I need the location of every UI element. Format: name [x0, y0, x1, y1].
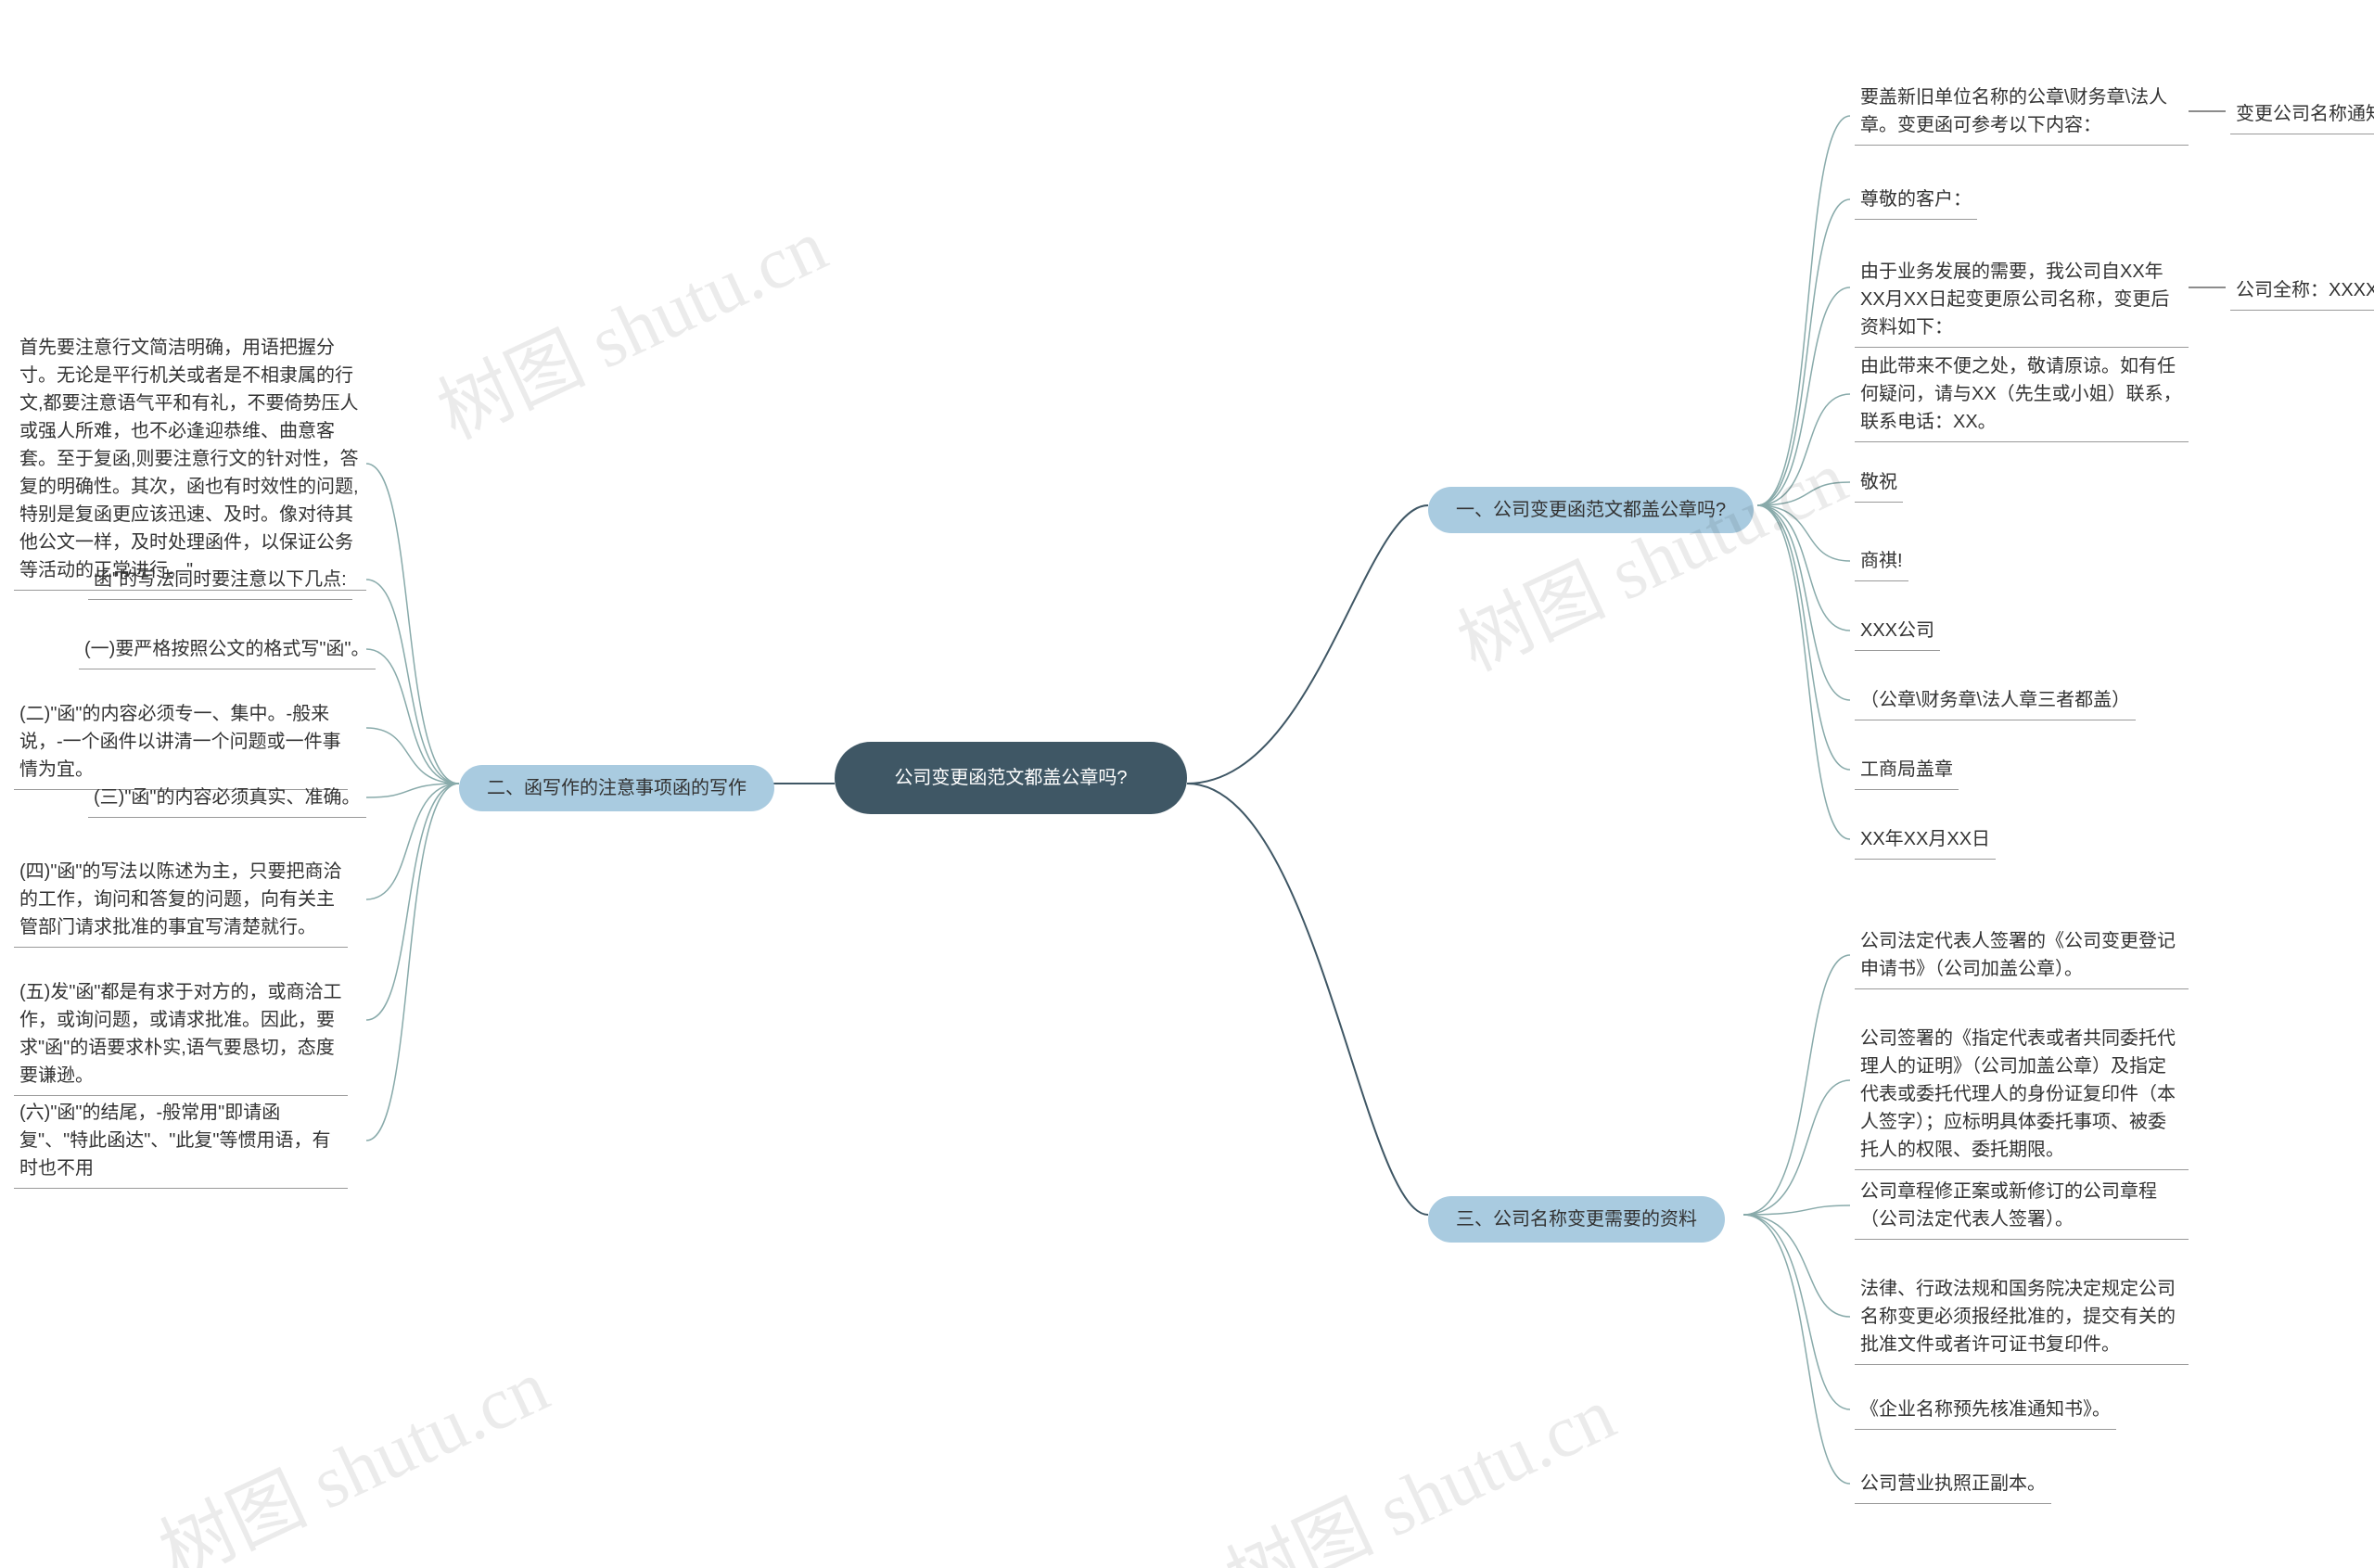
leaf-b2-4[interactable]: (二)"函"的内容必须专一、集中。-般来说，-一个函件以讲清一个问题或一件事情为…: [14, 700, 348, 790]
leaf-b2-6[interactable]: (四)"函"的写法以陈述为主，只要把商洽的工作，询问和答复的问题，向有关主管部门…: [14, 858, 348, 948]
leaf-b1-1[interactable]: 要盖新旧单位名称的公章\财务章\法人章。变更函可参考以下内容：: [1855, 83, 2189, 146]
leaf-b2-1[interactable]: 首先要注意行文简洁明确，用语把握分寸。无论是平行机关或者是不相隶属的行文,都要注…: [14, 334, 366, 591]
leaf-b3-5[interactable]: 《企业名称预先核准通知书》。: [1855, 1396, 2116, 1430]
leaf-b2-3[interactable]: (一)要严格按照公文的格式写"函"。: [79, 635, 376, 669]
leaf-b3-1[interactable]: 公司法定代表人签署的《公司变更登记申请书》（公司加盖公章）。: [1855, 927, 2189, 989]
leaf-b3-6[interactable]: 公司营业执照正副本。: [1855, 1470, 2051, 1504]
leaf-b1-3[interactable]: 由于业务发展的需要，我公司自XX年XX月XX日起变更原公司名称，变更后资料如下：: [1855, 258, 2189, 348]
branch-node-2[interactable]: 二、函写作的注意事项函的写作: [459, 765, 774, 811]
leaf-b1-2[interactable]: 尊敬的客户：: [1855, 185, 1977, 220]
leaf-b1-4[interactable]: 由此带来不便之处，敬请原谅。如有任何疑问，请与XX（先生或小姐）联系，联系电话：…: [1855, 352, 2189, 442]
root-node[interactable]: 公司变更函范文都盖公章吗?: [835, 742, 1187, 814]
leaf-b1-8[interactable]: （公章\财务章\法人章三者都盖）: [1855, 686, 2136, 720]
watermark: 树图 shutu.cn: [1438, 418, 1861, 692]
leaf-b1-5[interactable]: 敬祝: [1855, 468, 1903, 503]
leaf-b1-3-attach[interactable]: 公司全称：XXXX: [2230, 276, 2374, 311]
watermark: 树图 shutu.cn: [418, 186, 841, 460]
leaf-b1-10[interactable]: XX年XX月XX日: [1855, 825, 1996, 860]
leaf-b1-9[interactable]: 工商局盖章: [1855, 756, 1959, 790]
leaf-b3-3[interactable]: 公司章程修正案或新修订的公司章程（公司法定代表人签署）。: [1855, 1178, 2189, 1240]
watermark: 树图 shutu.cn: [140, 1327, 563, 1568]
branch-1-label: 一、公司变更函范文都盖公章吗?: [1456, 500, 1726, 520]
branch-3-label: 三、公司名称变更需要的资料: [1456, 1209, 1697, 1230]
leaf-b2-5[interactable]: (三)"函"的内容必须真实、准确。: [88, 784, 366, 818]
leaf-b2-2[interactable]: 函"的写法同时要注意以下几点:: [88, 566, 352, 600]
leaf-b1-7[interactable]: XXX公司: [1855, 617, 1940, 651]
branch-2-label: 二、函写作的注意事项函的写作: [487, 778, 747, 798]
leaf-b3-2[interactable]: 公司签署的《指定代表或者共同委托代理人的证明》（公司加盖公章）及指定代表或委托代…: [1855, 1025, 2189, 1170]
watermark: 树图 shutu.cn: [1206, 1355, 1629, 1568]
leaf-b3-4[interactable]: 法律、行政法规和国务院决定规定公司名称变更必须报经批准的，提交有关的批准文件或者…: [1855, 1275, 2189, 1365]
leaf-b1-1-attach[interactable]: 变更公司名称通知: [2230, 100, 2374, 134]
leaf-b2-8[interactable]: (六)"函"的结尾，-般常用"即请函复"、"特此函达"、"此复"等惯用语，有时也…: [14, 1099, 348, 1189]
root-title: 公司变更函范文都盖公章吗?: [894, 768, 1127, 788]
branch-node-3[interactable]: 三、公司名称变更需要的资料: [1428, 1196, 1725, 1243]
leaf-b1-6[interactable]: 商祺!: [1855, 547, 1908, 581]
leaf-b2-7[interactable]: (五)发"函"都是有求于对方的，或商洽工作，或询问题，或请求批准。因此，要求"函…: [14, 978, 348, 1096]
branch-node-1[interactable]: 一、公司变更函范文都盖公章吗?: [1428, 487, 1754, 533]
